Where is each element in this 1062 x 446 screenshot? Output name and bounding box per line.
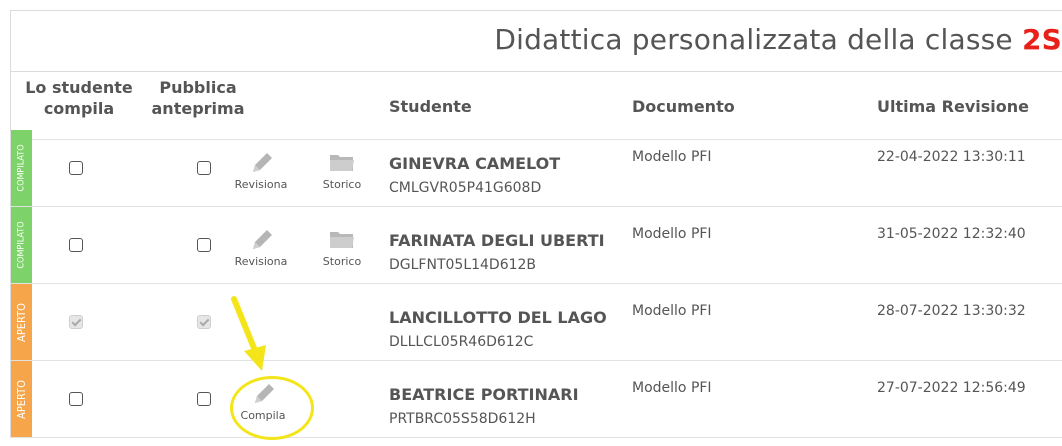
col-last-revision[interactable]: Ultima Revisione — [877, 96, 1029, 117]
table-row: COMPILATO Revisiona Storico GINEVRA CAME… — [10, 130, 1062, 207]
table-row: APERTO Compila BEATRICE PORTINARI PRTBRC… — [10, 361, 1062, 438]
student-code: CMLGVR05P41G608D — [389, 180, 542, 196]
col-student-compiles[interactable]: Lo studente compila — [21, 77, 137, 119]
last-revision: 27-07-2022 12:56:49 — [877, 380, 1026, 396]
student-name[interactable]: FARINATA DEGLI UBERTI — [389, 231, 605, 250]
revise-button[interactable]: Revisiona — [233, 148, 289, 191]
revise-label: Revisiona — [234, 178, 288, 191]
publish-preview-checkbox[interactable] — [197, 238, 211, 252]
revise-label: Revisiona — [234, 255, 288, 268]
status-badge: COMPILATO — [11, 207, 32, 283]
table-row: APERTO LANCILLOTTO DEL LAGO DLLLCL05R46D… — [10, 284, 1062, 361]
document-name: Modello PFI — [632, 149, 712, 165]
student-code: DGLFNT05L14D612B — [389, 257, 537, 273]
highlight-circle — [230, 376, 314, 440]
pfi-panel: Didattica personalizzata della classe 2S… — [10, 10, 1062, 442]
student-code: PRTBRC05S58D612H — [389, 411, 536, 427]
publish-preview-checkbox[interactable] — [197, 392, 211, 406]
student-name[interactable]: BEATRICE PORTINARI — [389, 385, 579, 404]
history-label: Storico — [322, 255, 362, 268]
revise-button[interactable]: Revisiona — [233, 225, 289, 268]
last-revision: 22-04-2022 13:30:11 — [877, 149, 1026, 165]
document-name: Modello PFI — [632, 303, 712, 319]
student-compiles-checkbox[interactable] — [69, 315, 83, 329]
page-title: Didattica personalizzata della classe 2S — [494, 23, 1062, 56]
student-compiles-checkbox[interactable] — [69, 238, 83, 252]
col-student[interactable]: Studente — [389, 96, 472, 117]
status-badge: APERTO — [11, 361, 32, 437]
student-name[interactable]: GINEVRA CAMELOT — [389, 154, 560, 173]
folder-icon — [330, 232, 354, 248]
student-compiles-checkbox[interactable] — [69, 161, 83, 175]
title-bar: Didattica personalizzata della classe 2S — [10, 10, 1062, 72]
student-compiles-checkbox[interactable] — [69, 392, 83, 406]
pencil-icon — [253, 153, 272, 172]
publish-preview-checkbox[interactable] — [197, 315, 211, 329]
document-name: Modello PFI — [632, 226, 712, 242]
history-button[interactable]: Storico — [319, 148, 365, 191]
publish-preview-checkbox[interactable] — [197, 161, 211, 175]
student-name[interactable]: LANCILLOTTO DEL LAGO — [389, 308, 607, 327]
folder-icon — [330, 155, 354, 171]
last-revision: 31-05-2022 12:32:40 — [877, 226, 1026, 242]
status-badge: APERTO — [11, 284, 32, 360]
history-label: Storico — [322, 178, 362, 191]
history-button[interactable]: Storico — [319, 225, 365, 268]
pencil-icon — [253, 230, 272, 249]
class-name: 2S — [1021, 23, 1062, 56]
table-row: COMPILATO Revisiona Storico FARINATA DEG… — [10, 207, 1062, 284]
col-document[interactable]: Documento — [632, 96, 735, 117]
document-name: Modello PFI — [632, 380, 712, 396]
arrow-down-icon — [231, 296, 266, 371]
col-publish-preview[interactable]: Pubblica anteprima — [143, 77, 253, 119]
status-badge: COMPILATO — [11, 130, 32, 206]
student-code: DLLLCL05R46D612C — [389, 334, 534, 350]
last-revision: 28-07-2022 13:30:32 — [877, 303, 1026, 319]
title-prefix: Didattica personalizzata della classe — [494, 23, 1013, 56]
